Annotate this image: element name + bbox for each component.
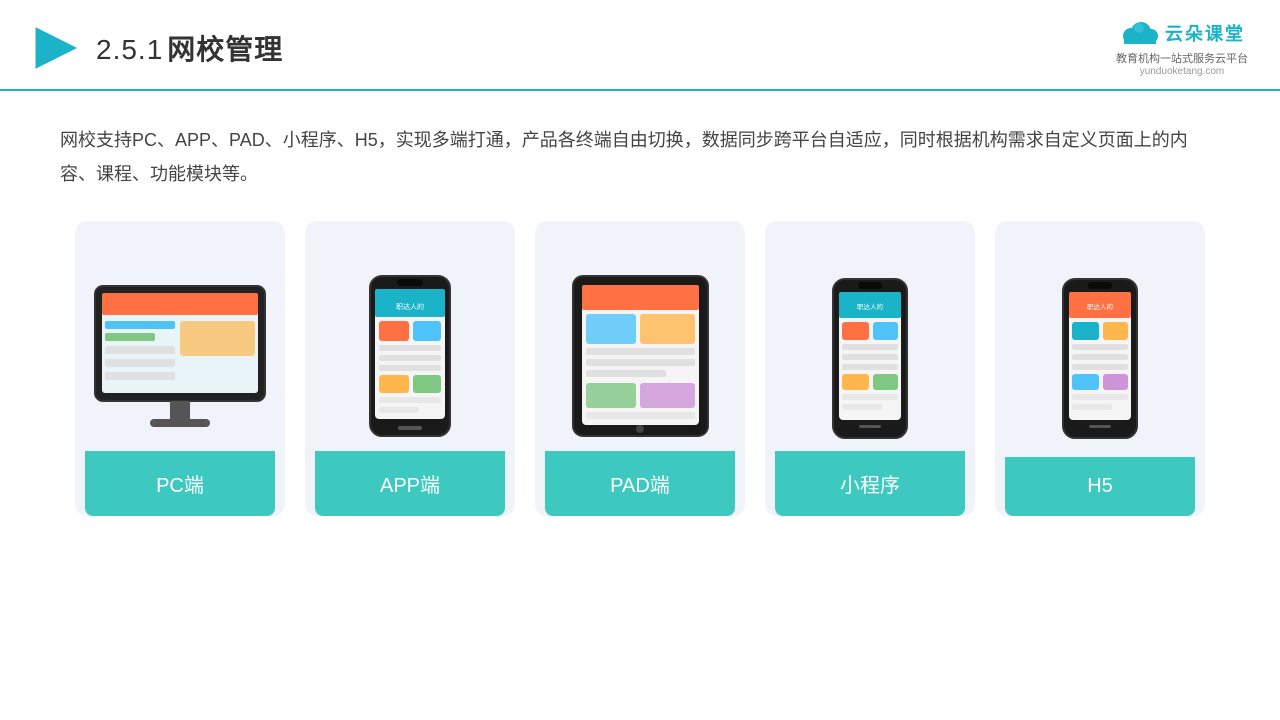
- header-left: 2.5.1网校管理: [32, 24, 283, 72]
- logo-area: 云朵课堂 教育机构一站式服务云平台 yunduoketang.com: [1116, 18, 1248, 77]
- play-icon: [32, 24, 80, 72]
- phone-h5-device-icon: 职达人的: [1060, 276, 1140, 441]
- title-number: 2.5.1: [96, 34, 163, 65]
- phone-app-device-icon: 职达人的: [365, 271, 455, 441]
- card-app: 职达人的 APP端: [305, 221, 515, 516]
- pc-image-area: [85, 241, 275, 441]
- card-pad: PAD端: [535, 221, 745, 516]
- pad-image-area: [545, 241, 735, 441]
- header: 2.5.1网校管理 云朵课堂 教育机构一站式服务云平台 yunduok: [0, 0, 1280, 91]
- tablet-device-icon: [568, 271, 713, 441]
- card-miniprogram: 职达人的 小程序: [765, 221, 975, 516]
- card-pc: PC端: [75, 221, 285, 516]
- card-app-label: APP端: [315, 451, 505, 516]
- card-pc-label: PC端: [85, 451, 275, 516]
- page-title: 2.5.1网校管理: [96, 28, 283, 68]
- h5-image-area: 职达人的: [1005, 241, 1195, 441]
- phone-mini-device-icon: 职达人的: [830, 276, 910, 441]
- card-h5: 职达人的 H5: [995, 221, 1205, 516]
- logo-text: 云朵课堂: [1165, 20, 1245, 46]
- cloud-logo-icon: [1119, 18, 1159, 48]
- card-h5-label: H5: [1005, 457, 1195, 516]
- logo-subtitle: 教育机构一站式服务云平台: [1116, 50, 1248, 66]
- logo-url: yunduoketang.com: [1140, 66, 1225, 77]
- page-container: 2.5.1网校管理 云朵课堂 教育机构一站式服务云平台 yunduok: [0, 0, 1280, 720]
- card-miniprogram-label: 小程序: [775, 451, 965, 516]
- description-text: 网校支持PC、APP、PAD、小程序、H5，实现多端打通，产品各终端自由切换，数…: [0, 91, 1280, 211]
- description-paragraph: 网校支持PC、APP、PAD、小程序、H5，实现多端打通，产品各终端自由切换，数…: [60, 123, 1220, 191]
- app-image-area: 职达人的: [315, 241, 505, 441]
- svg-text:职达人的: 职达人的: [396, 302, 424, 311]
- svg-text:职达人的: 职达人的: [1087, 302, 1114, 311]
- miniprogram-image-area: 职达人的: [775, 241, 965, 441]
- cards-section: PC端 职达人的: [0, 211, 1280, 536]
- logo-cloud: 云朵课堂: [1119, 18, 1245, 48]
- title-text: 网校管理: [167, 34, 283, 65]
- monitor-device-icon: [90, 281, 270, 441]
- svg-text:职达人的: 职达人的: [857, 302, 884, 311]
- card-pad-label: PAD端: [545, 451, 735, 516]
